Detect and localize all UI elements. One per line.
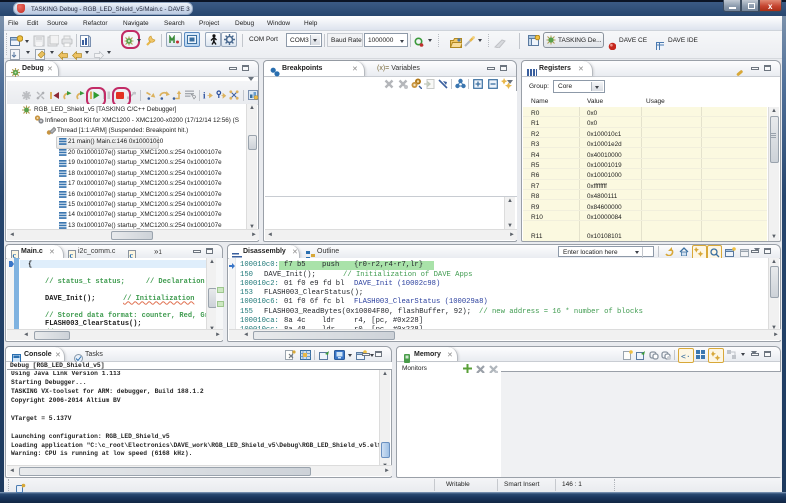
svg-text:i: i: [203, 91, 206, 101]
svg-text:<·>: <·>: [681, 352, 691, 360]
